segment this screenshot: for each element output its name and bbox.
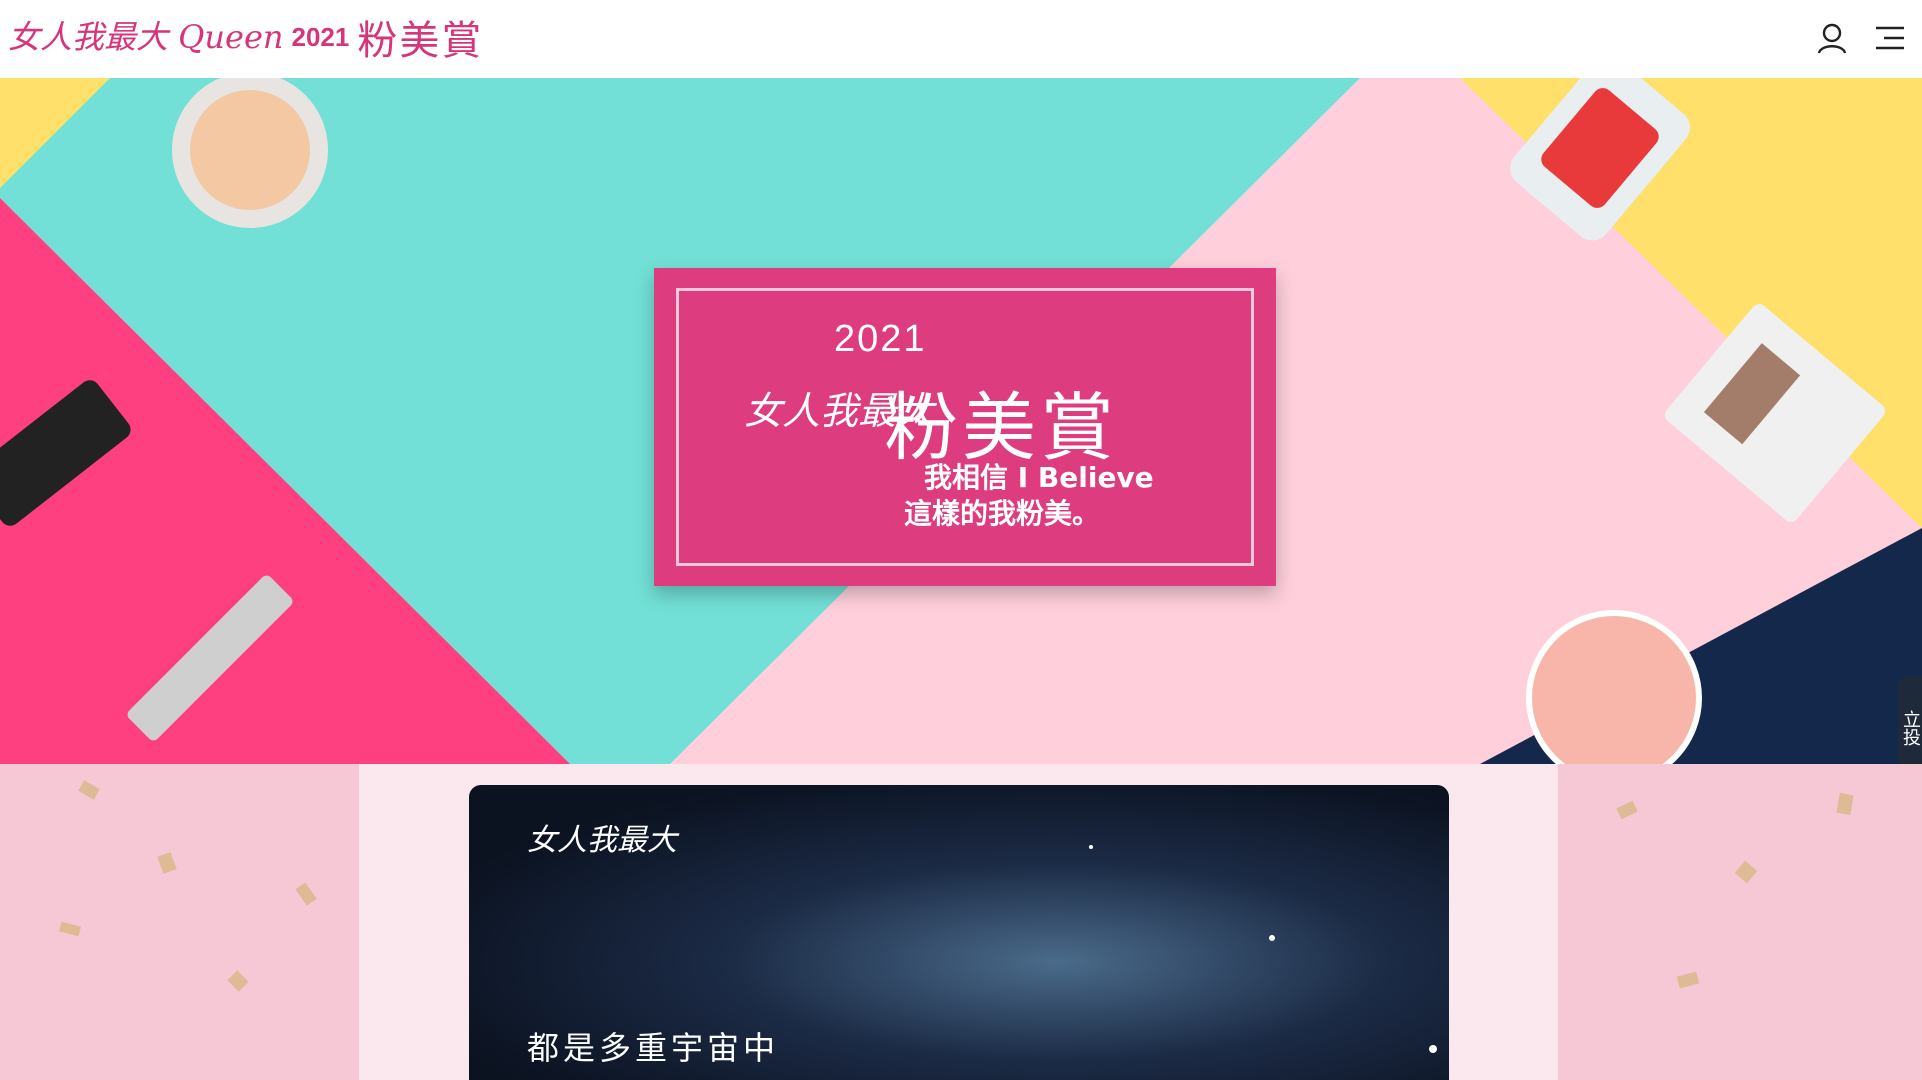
video-caption: 都是多重宇宙中 — [527, 1029, 780, 1067]
hero-banner[interactable]: 2021 女人我最大 粉美賞 我相信 I Believe 這樣的我粉美。 立投 — [0, 78, 1922, 764]
hero-title-card: 2021 女人我最大 粉美賞 我相信 I Believe 這樣的我粉美。 — [654, 268, 1276, 586]
site-logo[interactable]: 女人我最大 Queen 2021 粉美賞 — [8, 4, 483, 70]
site-header: 女人我最大 Queen 2021 粉美賞 — [0, 0, 1922, 79]
menu-icon[interactable] — [1870, 18, 1910, 58]
logo-title: 粉美賞 — [357, 18, 484, 64]
user-icon[interactable] — [1812, 18, 1852, 58]
video-brand-logo: 女人我最大 — [527, 823, 677, 858]
confetti-panel-right — [1558, 764, 1922, 1080]
promo-video[interactable]: 女人我最大 都是多重宇宙中 — [469, 785, 1449, 1080]
logo-brand-script: 女人我最大 Queen — [8, 18, 284, 56]
video-section: 女人我最大 都是多重宇宙中 — [0, 764, 1922, 1080]
hero-year: 2021 — [834, 318, 927, 360]
logo-year: 2021 — [291, 21, 350, 52]
eye-patch-icon — [1526, 610, 1702, 764]
hero-subtitle-line1: 我相信 I Believe — [924, 461, 1154, 494]
hero-subtitle-line2: 這樣的我粉美。 — [904, 497, 1101, 530]
vote-side-tab[interactable]: 立投 — [1898, 676, 1922, 764]
confetti-panel-left — [0, 764, 359, 1080]
